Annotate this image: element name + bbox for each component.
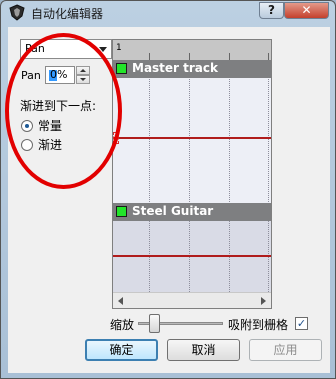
track-header-master[interactable]: Master track bbox=[113, 60, 271, 78]
track-color-swatch bbox=[116, 206, 127, 217]
scroll-right-icon[interactable] bbox=[261, 297, 266, 305]
close-button[interactable]: ✕ bbox=[284, 2, 329, 19]
window-title: 自动化编辑器 bbox=[31, 7, 104, 21]
steel-guitar-pan-envelope[interactable] bbox=[113, 255, 271, 257]
snap-to-grid-label[interactable]: 吸附到栅格 bbox=[228, 316, 288, 333]
horizontal-scrollbar[interactable] bbox=[113, 292, 271, 308]
grid-line bbox=[189, 60, 190, 294]
grid-line bbox=[229, 60, 230, 294]
grid-line bbox=[268, 60, 269, 294]
zoom-label: 缩放 bbox=[110, 318, 135, 332]
radio-constant[interactable] bbox=[21, 120, 33, 132]
spinner-down-button[interactable] bbox=[76, 75, 90, 84]
apply-button[interactable]: 应用 bbox=[249, 339, 322, 361]
ruler-tick bbox=[149, 53, 150, 60]
track-header-steel-guitar[interactable]: Steel Guitar bbox=[113, 203, 271, 221]
ruler-tick bbox=[189, 53, 190, 60]
parameter-dropdown[interactable]: Pan bbox=[20, 39, 112, 59]
title-bar[interactable]: 自动化编辑器 ? ✕ bbox=[1, 1, 335, 25]
radio-gradual[interactable] bbox=[21, 139, 33, 151]
ruler-tick bbox=[229, 53, 230, 60]
ruler-bar-number: 1 bbox=[116, 43, 122, 53]
zoom-slider-thumb[interactable] bbox=[149, 314, 160, 333]
chevron-down-icon bbox=[99, 47, 107, 52]
automation-editor-window: 自动化编辑器 ? ✕ Pan Pan 0% 渐进到下一点: 常量 渐进 1 Ma… bbox=[0, 0, 336, 379]
pan-spinner bbox=[76, 66, 90, 84]
track-color-swatch bbox=[116, 63, 127, 74]
help-button[interactable]: ? bbox=[259, 2, 284, 19]
grid-line bbox=[149, 60, 150, 294]
parameter-dropdown-value: Pan bbox=[25, 42, 45, 55]
master-pan-envelope[interactable] bbox=[113, 137, 271, 139]
transition-mode-label: 渐进到下一点: bbox=[20, 99, 97, 113]
spinner-up-button[interactable] bbox=[76, 66, 90, 75]
radio-constant-label[interactable]: 常量 bbox=[38, 117, 62, 134]
pan-value-input[interactable]: 0% bbox=[45, 66, 75, 84]
master-track-lane[interactable] bbox=[113, 60, 271, 204]
automation-timeline[interactable]: 1 Master track Steel Guitar bbox=[112, 39, 272, 309]
radio-gradual-label[interactable]: 渐进 bbox=[38, 136, 62, 153]
ruler-tick bbox=[268, 53, 269, 60]
snap-to-grid-checkbox[interactable]: ✓ bbox=[295, 317, 308, 330]
dialog-body: Pan Pan 0% 渐进到下一点: 常量 渐进 1 Master track … bbox=[5, 27, 330, 373]
app-shield-icon bbox=[9, 4, 25, 21]
pan-value-text: 0% bbox=[50, 68, 68, 81]
track-name: Master track bbox=[132, 61, 218, 75]
track-name: Steel Guitar bbox=[132, 204, 214, 218]
timeline-ruler[interactable]: 1 bbox=[113, 40, 271, 60]
pan-label: Pan bbox=[21, 69, 41, 82]
cancel-button[interactable]: 取消 bbox=[167, 339, 240, 361]
ok-button[interactable]: 确定 bbox=[85, 339, 158, 361]
scroll-left-icon[interactable] bbox=[118, 297, 123, 305]
envelope-node[interactable] bbox=[113, 132, 119, 144]
